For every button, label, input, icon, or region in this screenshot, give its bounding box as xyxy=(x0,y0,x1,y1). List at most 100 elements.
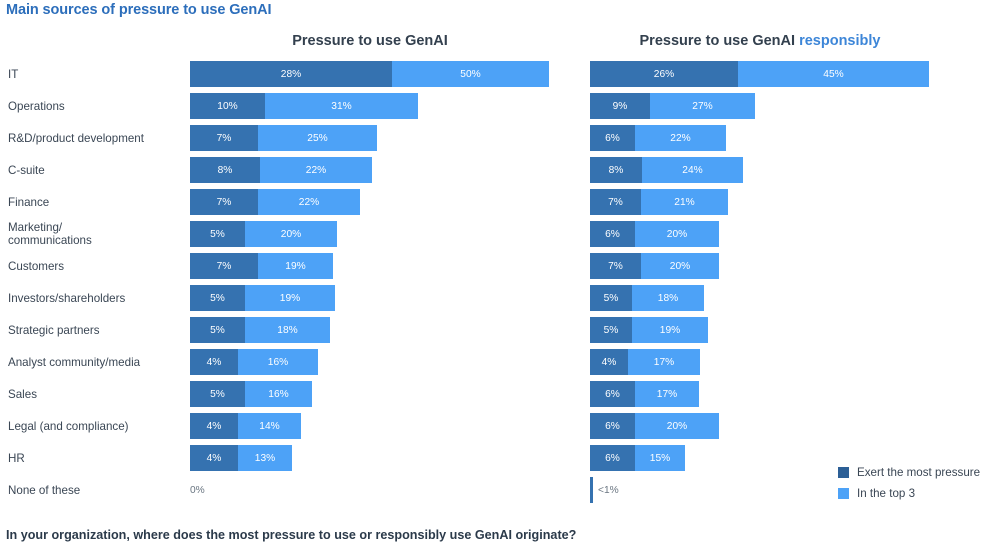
category-label: Strategic partners xyxy=(8,323,100,337)
bar-segment-exert-most-pressure[interactable]: 9% xyxy=(590,93,650,119)
bar-segment-in-top-3[interactable]: 22% xyxy=(635,125,726,151)
stacked-bar-right[interactable]: 9% 27% xyxy=(590,93,755,119)
bar-segment-exert-most-pressure[interactable]: 7% xyxy=(590,253,641,279)
stacked-bar-right[interactable]: 4% 17% xyxy=(590,349,700,375)
bar-segment-in-top-3[interactable]: 25% xyxy=(258,125,377,151)
category-label: Operations xyxy=(8,99,65,113)
category-label: Investors/shareholders xyxy=(8,291,126,305)
bar-segment-exert-most-pressure[interactable]: 4% xyxy=(190,413,238,439)
stacked-bar-left[interactable]: 5% 20% xyxy=(190,221,337,247)
stacked-bar-left[interactable]: 5% 16% xyxy=(190,381,312,407)
stacked-bar-right[interactable]: 6% 15% xyxy=(590,445,685,471)
bar-segment-exert-most-pressure[interactable]: 7% xyxy=(190,189,258,215)
bar-segment-exert-most-pressure[interactable]: 6% xyxy=(590,125,635,151)
bar-segment-exert-most-pressure[interactable]: 4% xyxy=(590,349,628,375)
bar-segment-exert-most-pressure[interactable]: 4% xyxy=(190,349,238,375)
category-label: IT xyxy=(8,67,19,81)
stacked-bar-right[interactable]: 6% 20% xyxy=(590,413,719,439)
stacked-bar-left[interactable]: 4% 14% xyxy=(190,413,301,439)
chart-row: Operations 10% 31% 9% 27% xyxy=(0,90,1000,122)
bar-segment-in-top-3[interactable]: 18% xyxy=(632,285,704,311)
stacked-bar-right[interactable]: 7% 20% xyxy=(590,253,719,279)
stacked-bar-right[interactable]: 6% 20% xyxy=(590,221,719,247)
bar-segment-in-top-3[interactable]: 20% xyxy=(641,253,719,279)
bar-segment-in-top-3[interactable]: 16% xyxy=(245,381,312,407)
stacked-bar-left[interactable]: 7% 25% xyxy=(190,125,377,151)
bar-segment-exert-most-pressure[interactable]: 26% xyxy=(590,61,738,87)
column-header-left: Pressure to use GenAI xyxy=(292,33,448,49)
stacked-bar-left[interactable]: 10% 31% xyxy=(190,93,418,119)
stacked-bar-left[interactable]: 7% 22% xyxy=(190,189,360,215)
bar-segment-in-top-3[interactable]: 17% xyxy=(628,349,700,375)
stacked-bar-left[interactable]: 4% 13% xyxy=(190,445,292,471)
bar-segment-exert-most-pressure[interactable]: 8% xyxy=(590,157,642,183)
bar-segment-exert-most-pressure[interactable]: 4% xyxy=(190,445,238,471)
stacked-bar-right[interactable]: 8% 24% xyxy=(590,157,743,183)
legend-item-in-the-top-3[interactable]: In the top 3 xyxy=(838,487,980,500)
bar-segment-exert-most-pressure[interactable]: 5% xyxy=(190,285,245,311)
bar-segment-exert-most-pressure[interactable]: 28% xyxy=(190,61,392,87)
bar-segment-in-top-3[interactable]: 19% xyxy=(632,317,708,343)
stacked-bar-left[interactable]: 5% 18% xyxy=(190,317,330,343)
legend-item-exert-the-most-pressure[interactable]: Exert the most pressure xyxy=(838,466,980,479)
bar-segment-exert-most-pressure[interactable]: 6% xyxy=(590,413,635,439)
bar-segment-in-top-3[interactable]: 22% xyxy=(260,157,372,183)
stacked-bar-right[interactable]: 5% 19% xyxy=(590,317,708,343)
bar-segment-exert-most-pressure[interactable]: 5% xyxy=(590,317,632,343)
bar-segment-in-top-3[interactable]: 19% xyxy=(245,285,335,311)
bar-segment-in-top-3[interactable]: 22% xyxy=(258,189,360,215)
chart-row: Marketing/communications 5% 20% 6% 20% xyxy=(0,218,1000,250)
stacked-bar-left[interactable]: 4% 16% xyxy=(190,349,318,375)
legend-label-a: Exert the most pressure xyxy=(857,466,981,479)
stacked-bar-left[interactable]: 8% 22% xyxy=(190,157,372,183)
stacked-bar-left[interactable]: 28% 50% xyxy=(190,61,549,87)
bar-segment-exert-most-pressure[interactable]: 5% xyxy=(190,221,245,247)
bar-segment-in-top-3[interactable]: 27% xyxy=(650,93,755,119)
bar-segment-in-top-3[interactable]: 31% xyxy=(265,93,418,119)
bar-segment-exert-most-pressure[interactable]: 5% xyxy=(590,285,632,311)
chart-row: R&D/product development 7% 25% 6% 22% xyxy=(0,122,1000,154)
bar-segment-exert-most-pressure[interactable]: 6% xyxy=(590,381,635,407)
bar-segment-in-top-3[interactable]: 45% xyxy=(738,61,929,87)
stacked-bar-left[interactable]: 5% 19% xyxy=(190,285,335,311)
legend-swatch-icon-a xyxy=(838,467,849,478)
column-header-right-accent: responsibly xyxy=(799,33,881,49)
bar-segment-in-top-3[interactable]: 50% xyxy=(392,61,549,87)
bar-segment-in-top-3[interactable]: 20% xyxy=(635,221,719,247)
stacked-bar-right[interactable]: 26% 45% xyxy=(590,61,929,87)
bar-segment-in-top-3[interactable]: 17% xyxy=(635,381,699,407)
bar-segment-exert-most-pressure[interactable]: 7% xyxy=(190,125,258,151)
stacked-bar-left[interactable]: 7% 19% xyxy=(190,253,333,279)
bar-segment-in-top-3[interactable]: 20% xyxy=(245,221,337,247)
stacked-bar-right[interactable]: 7% 21% xyxy=(590,189,728,215)
bar-segment-exert-most-pressure[interactable]: 6% xyxy=(590,445,635,471)
legend-swatch-icon-b xyxy=(838,488,849,499)
page-title: Main sources of pressure to use GenAI xyxy=(6,2,272,18)
chart-row: Analyst community/media 4% 16% 4% 17% xyxy=(0,346,1000,378)
bar-segment-in-top-3[interactable]: 16% xyxy=(238,349,318,375)
bar-segment-in-top-3[interactable]: 18% xyxy=(245,317,330,343)
bar-segment-exert-most-pressure[interactable]: 6% xyxy=(590,221,635,247)
chart-row: Legal (and compliance) 4% 14% 6% 20% xyxy=(0,410,1000,442)
bar-segment-in-top-3[interactable]: 14% xyxy=(238,413,301,439)
bar-segment-in-top-3[interactable]: 20% xyxy=(635,413,719,439)
bar-segment-in-top-3[interactable]: 19% xyxy=(258,253,333,279)
bar-segment-exert-most-pressure[interactable]: 7% xyxy=(590,189,641,215)
chart-row: Finance 7% 22% 7% 21% xyxy=(0,186,1000,218)
stacked-bar-right[interactable]: 5% 18% xyxy=(590,285,704,311)
bar-segment-in-top-3[interactable]: 15% xyxy=(635,445,685,471)
bar-segment-exert-most-pressure[interactable]: 5% xyxy=(190,317,245,343)
zero-value-label: 0% xyxy=(190,484,205,496)
stacked-bar-right[interactable]: 6% 22% xyxy=(590,125,726,151)
bar-segment-in-top-3[interactable]: 24% xyxy=(642,157,743,183)
column-header-right: Pressure to use GenAI responsibly xyxy=(590,33,930,49)
chart-row: C-suite 8% 22% 8% 24% xyxy=(0,154,1000,186)
chart-row: Sales 5% 16% 6% 17% xyxy=(0,378,1000,410)
bar-segment-in-top-3[interactable]: 13% xyxy=(238,445,292,471)
bar-segment-in-top-3[interactable]: 21% xyxy=(641,189,728,215)
bar-segment-exert-most-pressure[interactable]: 7% xyxy=(190,253,258,279)
bar-segment-exert-most-pressure[interactable]: 8% xyxy=(190,157,260,183)
bar-segment-exert-most-pressure[interactable]: 5% xyxy=(190,381,245,407)
bar-segment-exert-most-pressure[interactable]: 10% xyxy=(190,93,265,119)
stacked-bar-right[interactable]: 6% 17% xyxy=(590,381,699,407)
